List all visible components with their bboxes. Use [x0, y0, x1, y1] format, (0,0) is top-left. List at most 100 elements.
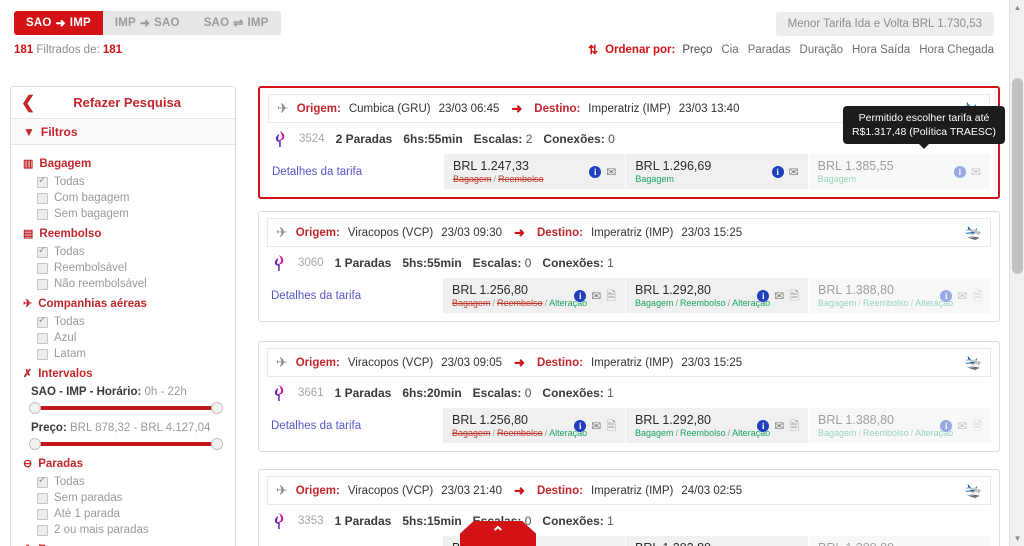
filter-option-at-1-parada[interactable]: Até 1 parada: [23, 506, 223, 522]
checkbox[interactable]: [37, 245, 48, 258]
scrollbar-down-arrow[interactable]: ▼: [1010, 531, 1024, 546]
sort-icon[interactable]: ⇅: [588, 43, 598, 57]
attr-separator: /: [858, 428, 862, 438]
filter-option-reembols-vel[interactable]: Reembolsável: [23, 260, 223, 276]
checkbox[interactable]: [37, 348, 48, 360]
document-icon[interactable]: 🗎: [789, 290, 799, 302]
fare-attribute: Reembolso: [863, 428, 909, 438]
filter-option-sem-bagagem[interactable]: Sem bagagem: [23, 206, 223, 222]
range-slider-price[interactable]: [29, 436, 223, 452]
checkbox[interactable]: [37, 524, 48, 536]
slider-knob-max[interactable]: [211, 402, 223, 414]
checkbox[interactable]: [37, 508, 48, 520]
plane-arrival-icon[interactable]: 🛬: [965, 354, 982, 371]
filter-option-todas[interactable]: Todas: [23, 314, 223, 330]
route-tab-1[interactable]: IMP ➜ SAO: [103, 11, 192, 35]
checkbox[interactable]: [37, 475, 48, 488]
fare-icon-group: i ✉ 🗎: [940, 419, 982, 432]
fare-attributes: Bagagem / Reembolso / Alteração: [818, 428, 953, 438]
info-icon[interactable]: i: [757, 419, 770, 432]
checkbox[interactable]: [37, 192, 48, 204]
checkbox[interactable]: [37, 492, 48, 504]
sort-option-paradas[interactable]: Paradas: [748, 44, 791, 56]
filter-option-n-o-reembols-vel[interactable]: Não reembolsável: [23, 276, 223, 292]
filter-group-title: ▤ Reembolso: [23, 228, 223, 240]
scrollbar-up-arrow[interactable]: ▲: [1010, 0, 1024, 15]
filter-option-azul[interactable]: Azul: [23, 330, 223, 346]
envelope-icon[interactable]: ✉: [774, 420, 784, 432]
route-tab-0[interactable]: SAO ➜ IMP: [14, 11, 103, 35]
checkbox[interactable]: [37, 278, 48, 290]
info-icon[interactable]: i: [757, 289, 770, 302]
fare-texts: BRL 1.247,33 Bagagem / Reembolso: [453, 159, 589, 184]
lowest-fare-button[interactable]: Menor Tarifa Ida e Volta BRL 1.730,53: [775, 12, 994, 36]
envelope-icon[interactable]: ✉: [591, 290, 601, 302]
fare-option[interactable]: BRL 1.292,80Bagagem/Reembolso/Alteraçãoi…: [626, 278, 809, 313]
fare-option[interactable]: BRL 1.292,80Bagagem/Reembolso/Alteraçãoi…: [626, 408, 809, 443]
filter-option-todas[interactable]: Todas: [23, 174, 223, 190]
slider-knob-min[interactable]: [29, 402, 41, 414]
envelope-icon[interactable]: ✉: [789, 166, 799, 178]
sort-option-hora-sa-da[interactable]: Hora Saída: [852, 44, 910, 56]
fare-details-link[interactable]: Detalhes da tarifa: [267, 536, 443, 546]
range-slider-time[interactable]: [29, 400, 223, 416]
info-icon[interactable]: i: [771, 165, 784, 178]
redo-search-button[interactable]: ❮ Refazer Pesquisa: [11, 87, 235, 119]
flight-card[interactable]: ✈ Origem: Viracopos (VCP) 23/03 21:40 ➜ Desti…: [258, 469, 1000, 546]
scroll-to-top-button[interactable]: ⌃: [460, 521, 536, 546]
fare-icon-group: i ✉: [771, 165, 799, 178]
fare-option[interactable]: BRL 1.256,80Bagagem/Reembolso/Alteraçãoi…: [443, 278, 626, 313]
duration: 6hs:55min: [403, 132, 463, 146]
document-icon[interactable]: 🗎: [789, 420, 799, 432]
sort-option-pre-o[interactable]: Preço: [682, 44, 712, 56]
fare-texts: BRL 1.388,80Bagagem/Reembolso/Alteração: [818, 283, 953, 308]
route-tab-2[interactable]: SAO ⇌ IMP: [192, 11, 281, 35]
fare-details-link[interactable]: Detalhes da tarifa: [268, 154, 444, 189]
filter-option-2-ou-mais-paradas[interactable]: 2 ou mais paradas: [23, 522, 223, 538]
stops-count: 1 Paradas: [334, 514, 392, 528]
origin-datetime: 23/03 09:30: [441, 226, 503, 239]
checkbox[interactable]: [37, 262, 48, 274]
checkbox[interactable]: [37, 208, 48, 220]
fare-option[interactable]: BRL 1.296,69 Bagagem i ✉: [626, 154, 809, 189]
info-icon[interactable]: i: [589, 165, 602, 178]
flight-card[interactable]: ✈ Origem: Viracopos (VCP) 23/03 09:30 ➜ Desti…: [258, 211, 1000, 322]
stops-count: 2 Paradas: [335, 132, 393, 146]
sort-option-dura-o[interactable]: Duração: [800, 44, 843, 56]
slider-knob-max[interactable]: [211, 438, 223, 450]
fare-details-link[interactable]: Detalhes da tarifa: [267, 408, 443, 443]
page-scrollbar[interactable]: ▲ ▼: [1009, 0, 1024, 546]
fare-icon-group: i ✉ 🗎: [940, 289, 982, 302]
envelope-icon[interactable]: ✉: [606, 166, 616, 178]
envelope-icon[interactable]: ✉: [591, 420, 601, 432]
plane-arrival-icon[interactable]: 🛬: [965, 224, 982, 241]
filter-option-com-bagagem[interactable]: Com bagagem: [23, 190, 223, 206]
checkbox[interactable]: [37, 315, 48, 328]
document-icon[interactable]: 🗎: [606, 420, 616, 432]
slider-knob-min[interactable]: [29, 438, 41, 450]
checkbox[interactable]: [37, 332, 48, 344]
filter-option-todas[interactable]: Todas: [23, 474, 223, 490]
filter-option-todas[interactable]: Todas: [23, 244, 223, 260]
scrollbar-thumb[interactable]: [1012, 78, 1023, 274]
fare-details-link[interactable]: Detalhes da tarifa: [267, 278, 443, 313]
checkbox[interactable]: [37, 175, 48, 188]
fare-option[interactable]: BRL 1.292,80Bagagem/Reembolso/Alteraçãoi…: [626, 536, 809, 546]
info-icon[interactable]: i: [574, 289, 587, 302]
document-icon[interactable]: 🗎: [606, 290, 616, 302]
sort-option-hora-chegada[interactable]: Hora Chegada: [919, 44, 994, 56]
info-icon[interactable]: i: [574, 419, 587, 432]
fare-price: BRL 1.388,80: [818, 541, 940, 546]
filter-option-sem-paradas[interactable]: Sem paradas: [23, 490, 223, 506]
flight-number: 3353: [298, 515, 324, 527]
range-value: BRL 878,32 - BRL 4.127,04: [70, 422, 211, 434]
flight-card[interactable]: ✈ Origem: Viracopos (VCP) 23/03 09:05 ➜ Desti…: [258, 341, 1000, 452]
filter-option-latam[interactable]: Latam: [23, 346, 223, 362]
fare-attributes: Bagagem / Reembolso / Alteração: [635, 298, 770, 308]
fare-option[interactable]: BRL 1.256,80Bagagem/Reembolso/Alteraçãoi…: [443, 408, 626, 443]
destination-datetime: 23/03 15:25: [681, 356, 743, 369]
fare-option[interactable]: BRL 1.247,33 Bagagem / Reembolso i ✉: [444, 154, 627, 189]
plane-arrival-icon[interactable]: 🛬: [965, 482, 982, 499]
sort-option-cia[interactable]: Cia: [721, 44, 738, 56]
envelope-icon[interactable]: ✉: [774, 290, 784, 302]
